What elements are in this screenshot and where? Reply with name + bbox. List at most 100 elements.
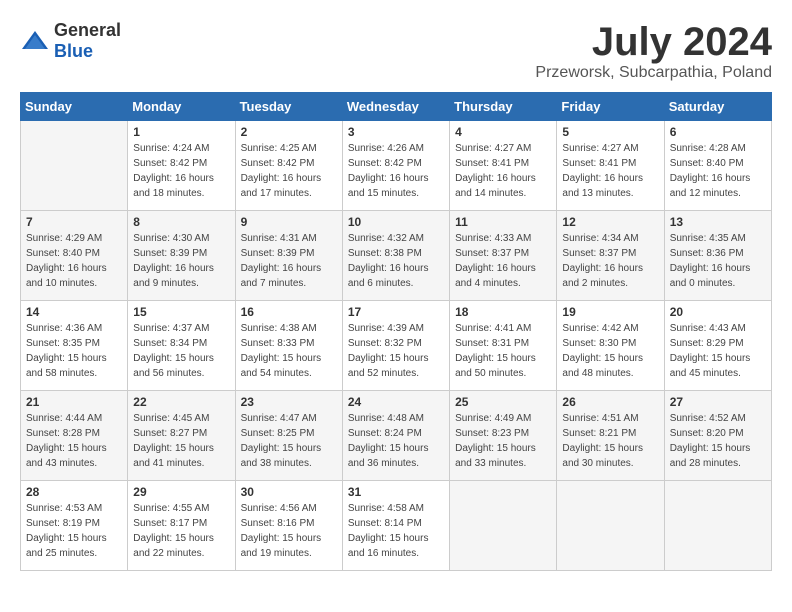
day-info: Sunrise: 4:26 AM Sunset: 8:42 PM Dayligh… (348, 141, 444, 201)
calendar-cell: 17 Sunrise: 4:39 AM Sunset: 8:32 PM Dayli… (342, 301, 449, 391)
calendar-cell: 1 Sunrise: 4:24 AM Sunset: 8:42 PM Daylig… (128, 121, 235, 211)
calendar-cell: 9 Sunrise: 4:31 AM Sunset: 8:39 PM Daylig… (235, 211, 342, 301)
day-number: 9 (241, 215, 337, 229)
day-number: 15 (133, 305, 229, 319)
day-info: Sunrise: 4:27 AM Sunset: 8:41 PM Dayligh… (455, 141, 551, 201)
day-number: 11 (455, 215, 551, 229)
weekday-header-row: SundayMondayTuesdayWednesdayThursdayFrid… (21, 93, 772, 121)
day-number: 17 (348, 305, 444, 319)
calendar-cell: 10Sunrise: 4:32 AM Sunset: 8:38 PM Dayli… (342, 211, 449, 301)
day-info: Sunrise: 4:58 AM Sunset: 8:14 PM Dayligh… (348, 501, 444, 561)
day-info: Sunrise: 4:31 AM Sunset: 8:39 PM Dayligh… (241, 231, 337, 291)
day-number: 28 (26, 485, 122, 499)
calendar-cell: 30Sunrise: 4:56 AM Sunset: 8:16 PM Dayli… (235, 481, 342, 571)
day-number: 25 (455, 395, 551, 409)
calendar-cell: 13 Sunrise: 4:35 AM Sunset: 8:36 PM Dayli… (664, 211, 771, 301)
day-info: Sunrise: 4:34 AM Sunset: 8:37 PM Dayligh… (562, 231, 658, 291)
day-info: Sunrise: 4:35 AM Sunset: 8:36 PM Dayligh… (670, 231, 766, 291)
day-number: 29 (133, 485, 229, 499)
calendar-cell: 24 Sunrise: 4:48 AM Sunset: 8:24 PM Dayli… (342, 391, 449, 481)
day-number: 27 (670, 395, 766, 409)
weekday-saturday: Saturday (664, 93, 771, 121)
day-number: 24 (348, 395, 444, 409)
calendar-cell: 22 Sunrise: 4:45 AM Sunset: 8:27 PM Dayli… (128, 391, 235, 481)
day-info: Sunrise: 4:49 AM Sunset: 8:23 PM Dayligh… (455, 411, 551, 471)
day-info: Sunrise: 4:38 AM Sunset: 8:33 PM Dayligh… (241, 321, 337, 381)
calendar-cell: 29 Sunrise: 4:55 AM Sunset: 8:17 PM Dayli… (128, 481, 235, 571)
calendar-cell: 21Sunrise: 4:44 AM Sunset: 8:28 PM Dayli… (21, 391, 128, 481)
calendar-cell (450, 481, 557, 571)
calendar-cell: 31Sunrise: 4:58 AM Sunset: 8:14 PM Dayli… (342, 481, 449, 571)
logo: General Blue (20, 20, 121, 62)
calendar-cell: 28 Sunrise: 4:53 AM Sunset: 8:19 PM Dayli… (21, 481, 128, 571)
calendar-cell: 3 Sunrise: 4:26 AM Sunset: 8:42 PM Daylig… (342, 121, 449, 211)
day-info: Sunrise: 4:55 AM Sunset: 8:17 PM Dayligh… (133, 501, 229, 561)
calendar-week-2: 7 Sunrise: 4:29 AM Sunset: 8:40 PM Daylig… (21, 211, 772, 301)
calendar-cell: 15 Sunrise: 4:37 AM Sunset: 8:34 PM Dayli… (128, 301, 235, 391)
day-info: Sunrise: 4:52 AM Sunset: 8:20 PM Dayligh… (670, 411, 766, 471)
calendar-cell (664, 481, 771, 571)
day-info: Sunrise: 4:39 AM Sunset: 8:32 PM Dayligh… (348, 321, 444, 381)
day-number: 2 (241, 125, 337, 139)
day-info: Sunrise: 4:25 AM Sunset: 8:42 PM Dayligh… (241, 141, 337, 201)
day-number: 12 (562, 215, 658, 229)
day-number: 13 (670, 215, 766, 229)
day-info: Sunrise: 4:37 AM Sunset: 8:34 PM Dayligh… (133, 321, 229, 381)
weekday-thursday: Thursday (450, 93, 557, 121)
day-info: Sunrise: 4:36 AM Sunset: 8:35 PM Dayligh… (26, 321, 122, 381)
day-number: 5 (562, 125, 658, 139)
day-info: Sunrise: 4:53 AM Sunset: 8:19 PM Dayligh… (26, 501, 122, 561)
day-info: Sunrise: 4:24 AM Sunset: 8:42 PM Dayligh… (133, 141, 229, 201)
calendar-body: 1 Sunrise: 4:24 AM Sunset: 8:42 PM Daylig… (21, 121, 772, 571)
day-info: Sunrise: 4:44 AM Sunset: 8:28 PM Dayligh… (26, 411, 122, 471)
day-number: 3 (348, 125, 444, 139)
day-info: Sunrise: 4:48 AM Sunset: 8:24 PM Dayligh… (348, 411, 444, 471)
day-number: 16 (241, 305, 337, 319)
title-block: July 2024 Przeworsk, Subcarpathia, Polan… (535, 20, 772, 82)
day-number: 10 (348, 215, 444, 229)
day-number: 1 (133, 125, 229, 139)
day-info: Sunrise: 4:28 AM Sunset: 8:40 PM Dayligh… (670, 141, 766, 201)
logo-general: General (54, 20, 121, 40)
weekday-sunday: Sunday (21, 93, 128, 121)
calendar-cell: 18 Sunrise: 4:41 AM Sunset: 8:31 PM Dayli… (450, 301, 557, 391)
calendar-week-3: 14 Sunrise: 4:36 AM Sunset: 8:35 PM Dayli… (21, 301, 772, 391)
day-number: 20 (670, 305, 766, 319)
day-number: 4 (455, 125, 551, 139)
day-info: Sunrise: 4:45 AM Sunset: 8:27 PM Dayligh… (133, 411, 229, 471)
calendar-cell: 27 Sunrise: 4:52 AM Sunset: 8:20 PM Dayli… (664, 391, 771, 481)
calendar-cell: 16 Sunrise: 4:38 AM Sunset: 8:33 PM Dayli… (235, 301, 342, 391)
logo-blue: Blue (54, 41, 93, 61)
day-number: 19 (562, 305, 658, 319)
calendar-cell (557, 481, 664, 571)
day-info: Sunrise: 4:43 AM Sunset: 8:29 PM Dayligh… (670, 321, 766, 381)
day-info: Sunrise: 4:41 AM Sunset: 8:31 PM Dayligh… (455, 321, 551, 381)
weekday-monday: Monday (128, 93, 235, 121)
day-number: 14 (26, 305, 122, 319)
day-info: Sunrise: 4:27 AM Sunset: 8:41 PM Dayligh… (562, 141, 658, 201)
calendar-cell: 23 Sunrise: 4:47 AM Sunset: 8:25 PM Dayli… (235, 391, 342, 481)
calendar-cell (21, 121, 128, 211)
calendar-cell: 19 Sunrise: 4:42 AM Sunset: 8:30 PM Dayli… (557, 301, 664, 391)
weekday-tuesday: Tuesday (235, 93, 342, 121)
calendar-cell: 8Sunrise: 4:30 AM Sunset: 8:39 PM Daylig… (128, 211, 235, 301)
day-info: Sunrise: 4:47 AM Sunset: 8:25 PM Dayligh… (241, 411, 337, 471)
calendar-cell: 7 Sunrise: 4:29 AM Sunset: 8:40 PM Daylig… (21, 211, 128, 301)
calendar-week-1: 1 Sunrise: 4:24 AM Sunset: 8:42 PM Daylig… (21, 121, 772, 211)
day-number: 18 (455, 305, 551, 319)
day-info: Sunrise: 4:33 AM Sunset: 8:37 PM Dayligh… (455, 231, 551, 291)
day-number: 23 (241, 395, 337, 409)
calendar-cell: 4 Sunrise: 4:27 AM Sunset: 8:41 PM Daylig… (450, 121, 557, 211)
day-number: 7 (26, 215, 122, 229)
day-number: 8 (133, 215, 229, 229)
calendar-week-4: 21Sunrise: 4:44 AM Sunset: 8:28 PM Dayli… (21, 391, 772, 481)
calendar-cell: 20 Sunrise: 4:43 AM Sunset: 8:29 PM Dayli… (664, 301, 771, 391)
logo-icon (20, 29, 50, 53)
day-info: Sunrise: 4:42 AM Sunset: 8:30 PM Dayligh… (562, 321, 658, 381)
day-number: 22 (133, 395, 229, 409)
calendar-cell: 14 Sunrise: 4:36 AM Sunset: 8:35 PM Dayli… (21, 301, 128, 391)
weekday-wednesday: Wednesday (342, 93, 449, 121)
day-info: Sunrise: 4:29 AM Sunset: 8:40 PM Dayligh… (26, 231, 122, 291)
month-year: July 2024 (535, 20, 772, 64)
calendar-cell: 26Sunrise: 4:51 AM Sunset: 8:21 PM Dayli… (557, 391, 664, 481)
